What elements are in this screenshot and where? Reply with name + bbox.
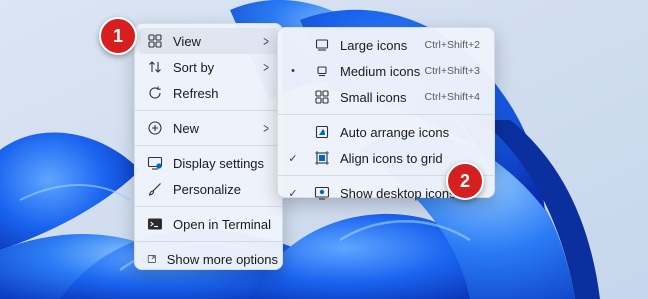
chevron-right-icon: > — [263, 33, 269, 49]
submenu-item-small-icons[interactable]: Small icons Ctrl+Shift+4 — [282, 84, 490, 110]
menu-item-show-more-options[interactable]: Show more options — [139, 246, 278, 272]
display-icon — [147, 156, 163, 170]
sort-icon — [149, 61, 161, 73]
menu-separator — [135, 241, 282, 242]
align-grid-icon — [315, 151, 329, 165]
submenu-item-auto-arrange[interactable]: Auto arrange icons — [282, 119, 490, 145]
brush-icon — [148, 183, 161, 196]
terminal-icon — [148, 218, 162, 230]
menu-item-label: Open in Terminal — [173, 216, 272, 232]
submenu-item-label: Align icons to grid — [340, 150, 443, 166]
menu-item-label: New — [173, 120, 200, 136]
submenu-item-label: Small icons — [340, 89, 407, 105]
keyboard-shortcut: Ctrl+Shift+3 — [424, 65, 480, 77]
menu-separator — [135, 110, 282, 111]
desktop-context-menu: View > Sort by > Refresh New > Display s… — [134, 23, 283, 270]
callout-badge-2: 2 — [446, 162, 484, 200]
submenu-item-label: Auto arrange icons — [340, 124, 450, 140]
keyboard-shortcut: Ctrl+Shift+4 — [424, 91, 480, 103]
keyboard-shortcut: Ctrl+Shift+2 — [424, 39, 480, 51]
chevron-right-icon: > — [263, 120, 269, 136]
selection-mark: • — [291, 65, 295, 77]
menu-item-view[interactable]: View > — [139, 28, 278, 54]
submenu-item-medium-icons[interactable]: • Medium icons Ctrl+Shift+3 — [282, 58, 490, 84]
grid-icon — [148, 34, 162, 48]
menu-separator — [278, 114, 494, 115]
menu-item-open-in-terminal[interactable]: Open in Terminal — [139, 211, 278, 237]
submenu-item-label: Medium icons — [340, 63, 421, 79]
callout-badge-1: 1 — [99, 17, 137, 55]
grid-icon — [315, 90, 329, 104]
menu-item-label: Display settings — [173, 155, 265, 171]
monitor-icon — [315, 39, 329, 51]
menu-item-sort-by[interactable]: Sort by > — [139, 54, 278, 80]
menu-item-label: Refresh — [173, 85, 219, 101]
auto-arrange-icon — [315, 125, 329, 139]
menu-separator — [135, 145, 282, 146]
menu-item-label: View — [173, 33, 201, 49]
menu-item-label: Show more options — [166, 251, 278, 267]
menu-item-new[interactable]: New > — [139, 115, 278, 141]
menu-item-personalize[interactable]: Personalize — [139, 176, 278, 202]
checkmark-icon: ✓ — [288, 187, 298, 200]
refresh-icon — [149, 86, 161, 99]
submenu-item-label: Show desktop icons — [340, 185, 456, 201]
chevron-right-icon: > — [263, 59, 269, 75]
menu-item-label: Sort by — [173, 59, 215, 75]
plus-circle-icon — [148, 121, 162, 135]
menu-item-refresh[interactable]: Refresh — [139, 80, 278, 106]
monitor-icon — [317, 66, 327, 77]
submenu-item-large-icons[interactable]: Large icons Ctrl+Shift+2 — [282, 32, 490, 58]
submenu-item-label: Large icons — [340, 37, 408, 53]
desktop-icon — [314, 186, 330, 200]
menu-separator — [135, 206, 282, 207]
menu-item-label: Personalize — [173, 181, 241, 197]
checkmark-icon: ✓ — [288, 152, 298, 165]
expand-icon — [147, 255, 156, 263]
menu-item-display-settings[interactable]: Display settings — [139, 150, 278, 176]
